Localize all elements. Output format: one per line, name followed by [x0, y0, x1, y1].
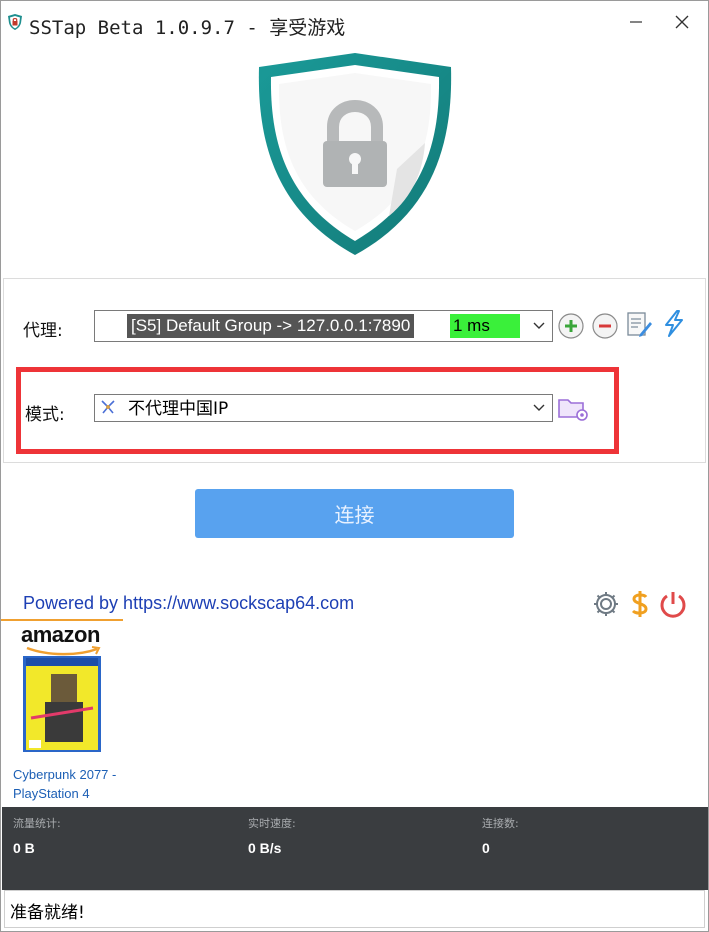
remove-proxy-icon[interactable] — [591, 312, 619, 340]
status-bar: 准备就绪! — [4, 890, 705, 928]
connections-value: 0 — [482, 840, 490, 856]
lightning-test-icon[interactable] — [660, 309, 688, 337]
stats-bar: 流量统计: 0 B 实时速度: 0 B/s 连接数: 0 — [2, 807, 708, 890]
proxy-selected-value: [S5] Default Group -> 127.0.0.1:7890 — [127, 314, 415, 338]
traffic-value: 0 B — [13, 840, 35, 856]
window-title: SSTap Beta 1.0.9.7 - 享受游戏 — [29, 17, 346, 39]
gear-icon[interactable] — [591, 589, 621, 619]
chevron-down-icon — [533, 404, 545, 411]
add-proxy-icon[interactable] — [557, 312, 585, 340]
edit-proxy-icon[interactable] — [625, 310, 653, 338]
speed-value: 0 B/s — [248, 840, 282, 856]
powered-by-link[interactable]: Powered by https://www.sockscap64.com — [23, 593, 354, 614]
connections-label: 连接数: — [482, 817, 519, 830]
shield-lock-logo — [258, 53, 452, 255]
status-text: 准备就绪! — [10, 903, 85, 923]
mode-route-icon — [101, 400, 115, 414]
app-shield-icon — [8, 14, 22, 30]
proxy-select[interactable]: [S5] Default Group -> 127.0.0.1:7890 1 m… — [94, 310, 553, 342]
mode-label: 模式: — [25, 405, 65, 425]
minimize-icon — [630, 21, 642, 23]
close-icon — [675, 15, 689, 29]
rules-folder-icon[interactable] — [557, 394, 589, 422]
dollar-icon[interactable] — [625, 589, 655, 619]
title-bar: SSTap Beta 1.0.9.7 - 享受游戏 — [1, 1, 708, 47]
settings-panel: 代理: [S5] Default Group -> 127.0.0.1:7890… — [3, 278, 706, 463]
power-icon[interactable] — [658, 589, 688, 619]
mode-selected-value: 不代理中国IP — [128, 399, 229, 419]
connect-button[interactable]: 连接 — [195, 489, 514, 538]
minimize-button[interactable] — [613, 5, 659, 39]
product-title-link[interactable]: Cyberpunk 2077 - PlayStation 4 — [13, 765, 131, 803]
chevron-down-icon — [533, 322, 545, 329]
close-button[interactable] — [659, 5, 705, 39]
mode-select[interactable]: 不代理中国IP — [94, 394, 553, 422]
traffic-label: 流量统计: — [13, 817, 61, 830]
ad-divider — [1, 619, 123, 621]
app-window: SSTap Beta 1.0.9.7 - 享受游戏 代理: [S5] Defau… — [0, 0, 709, 932]
amazon-ad[interactable]: amazon Cyberpunk 2077 - PlayStation 4 — [1, 619, 131, 807]
game-cover-image[interactable] — [23, 656, 101, 752]
proxy-label: 代理: — [23, 321, 63, 341]
proxy-ping-badge: 1 ms — [450, 314, 520, 338]
speed-label: 实时速度: — [248, 817, 296, 830]
